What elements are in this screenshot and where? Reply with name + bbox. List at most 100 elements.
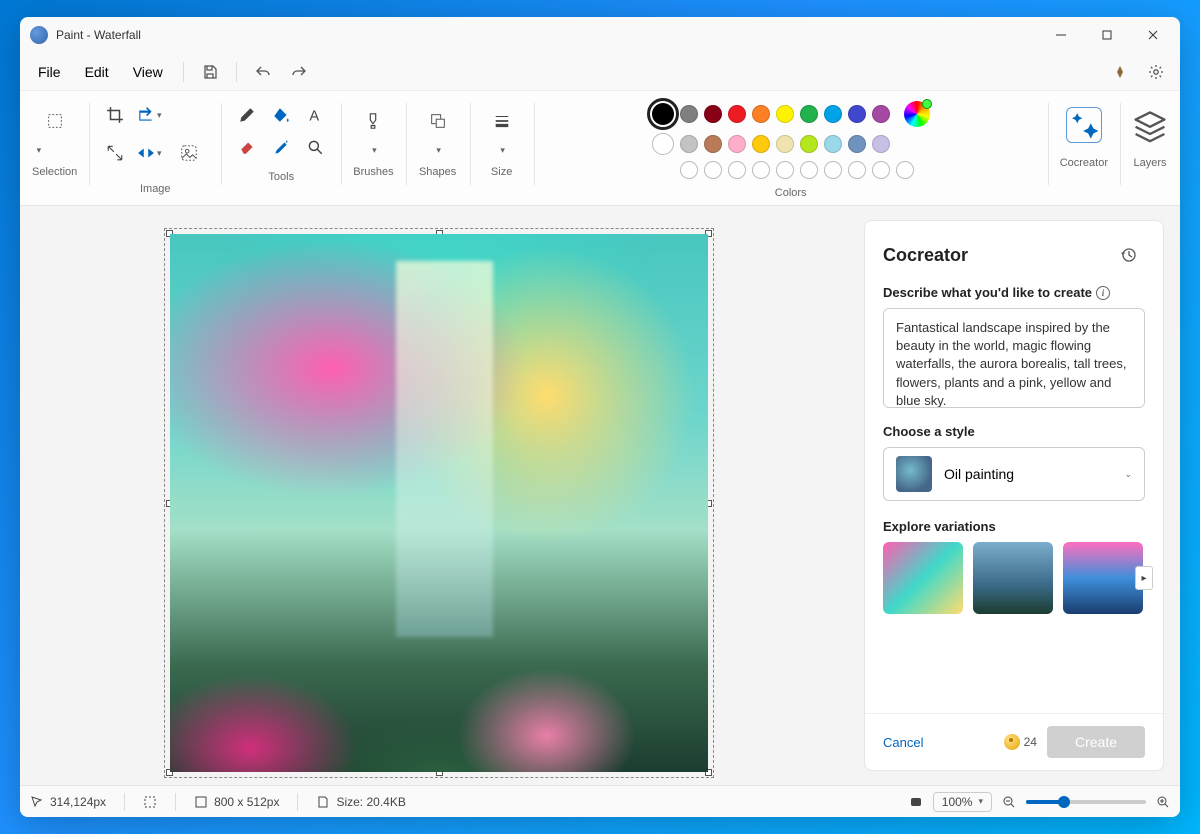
group-image: ▾ ▾ Image xyxy=(89,97,221,205)
color-swatch[interactable] xyxy=(848,135,866,153)
select-tool[interactable] xyxy=(35,101,75,141)
color-swatch-secondary[interactable] xyxy=(652,133,674,155)
close-button[interactable] xyxy=(1130,19,1176,51)
cancel-button[interactable]: Cancel xyxy=(883,735,923,750)
color-swatch[interactable] xyxy=(800,105,818,123)
rotate-tool[interactable]: ▾ xyxy=(135,101,163,129)
color-swatch[interactable] xyxy=(872,135,890,153)
menu-file[interactable]: File xyxy=(28,60,71,84)
palette-row-1 xyxy=(652,101,930,127)
group-label-colors: Colors xyxy=(775,183,807,205)
group-brushes: ▾ Brushes xyxy=(341,97,405,205)
color-swatch[interactable] xyxy=(752,105,770,123)
info-icon[interactable]: i xyxy=(1096,286,1110,300)
fit-button[interactable] xyxy=(909,795,923,809)
maximize-button[interactable] xyxy=(1084,19,1130,51)
custom-color-slot[interactable] xyxy=(896,161,914,179)
undo-button[interactable] xyxy=(247,56,279,88)
group-label-selection: Selection xyxy=(32,162,77,184)
canvas-dimensions: 800 x 512px xyxy=(194,795,279,809)
statusbar: 314,124px 800 x 512px Size: 20.4KB 100%▾ xyxy=(20,785,1180,817)
chevron-down-icon[interactable]: ▾ xyxy=(372,145,377,156)
account-icon[interactable] xyxy=(1104,56,1136,88)
custom-color-slot[interactable] xyxy=(824,161,842,179)
eraser-tool[interactable] xyxy=(233,133,261,161)
custom-color-slot[interactable] xyxy=(752,161,770,179)
color-swatch[interactable] xyxy=(776,135,794,153)
magnifier-tool[interactable] xyxy=(301,133,329,161)
describe-label: Describe what you'd like to create i xyxy=(883,285,1145,300)
cursor-position: 314,124px xyxy=(30,795,106,809)
canvas[interactable] xyxy=(170,234,708,772)
menu-edit[interactable]: Edit xyxy=(75,60,119,84)
save-button[interactable] xyxy=(194,56,226,88)
cocreator-panel: Cocreator Describe what you'd like to cr… xyxy=(864,220,1164,771)
zoom-slider[interactable] xyxy=(1026,800,1146,804)
color-swatch[interactable] xyxy=(824,105,842,123)
minimize-button[interactable] xyxy=(1038,19,1084,51)
flip-tool[interactable]: ▾ xyxy=(135,139,163,167)
remove-background-tool[interactable] xyxy=(169,133,209,173)
credits-display: 24 xyxy=(1004,734,1037,750)
layers-button[interactable] xyxy=(1132,107,1168,143)
color-swatch[interactable] xyxy=(728,135,746,153)
color-swatch[interactable] xyxy=(728,105,746,123)
chevron-down-icon[interactable]: ▾ xyxy=(500,145,505,156)
edit-colors-button[interactable] xyxy=(904,101,930,127)
variation-thumb[interactable] xyxy=(883,542,963,614)
shapes-tool[interactable] xyxy=(418,101,458,141)
zoom-out-button[interactable] xyxy=(1002,795,1016,809)
variation-thumb[interactable] xyxy=(1063,542,1143,614)
ribbon: ▾ Selection ▾ ▾ Image xyxy=(20,91,1180,206)
color-swatch[interactable] xyxy=(752,135,770,153)
chevron-down-icon[interactable]: ▾ xyxy=(436,145,441,156)
settings-button[interactable] xyxy=(1140,56,1172,88)
custom-color-slot[interactable] xyxy=(848,161,866,179)
paint-window: Paint - Waterfall File Edit View ▾ Selec… xyxy=(20,17,1180,817)
redo-button[interactable] xyxy=(283,56,315,88)
color-swatch[interactable] xyxy=(680,105,698,123)
custom-color-slot[interactable] xyxy=(680,161,698,179)
menu-view[interactable]: View xyxy=(123,60,173,84)
crop-tool[interactable] xyxy=(101,101,129,129)
stroke-size-tool[interactable] xyxy=(482,101,522,141)
color-swatch[interactable] xyxy=(704,105,722,123)
fill-tool[interactable] xyxy=(267,101,295,129)
separator xyxy=(236,62,237,82)
canvas-area[interactable] xyxy=(20,206,864,785)
zoom-value[interactable]: 100%▾ xyxy=(933,792,992,812)
prompt-input[interactable] xyxy=(883,308,1145,408)
chevron-down-icon: ⌄ xyxy=(1124,469,1132,480)
color-swatch[interactable] xyxy=(704,135,722,153)
zoom-in-button[interactable] xyxy=(1156,795,1170,809)
custom-color-slot[interactable] xyxy=(800,161,818,179)
color-swatch[interactable] xyxy=(680,135,698,153)
custom-color-slot[interactable] xyxy=(776,161,794,179)
resize-tool[interactable] xyxy=(101,139,129,167)
credits-value: 24 xyxy=(1024,735,1037,749)
color-swatch[interactable] xyxy=(824,135,842,153)
text-tool[interactable]: A xyxy=(301,101,329,129)
custom-color-slot[interactable] xyxy=(872,161,890,179)
color-swatch[interactable] xyxy=(848,105,866,123)
color-swatch[interactable] xyxy=(776,105,794,123)
cocreator-button[interactable] xyxy=(1066,107,1102,143)
color-swatch[interactable] xyxy=(800,135,818,153)
create-button[interactable]: Create xyxy=(1047,726,1145,758)
next-variations-button[interactable]: ▸ xyxy=(1135,566,1153,590)
style-select[interactable]: Oil painting ⌄ xyxy=(883,447,1145,501)
chevron-down-icon[interactable]: ▾ xyxy=(37,145,75,156)
style-value: Oil painting xyxy=(944,466,1110,482)
pencil-tool[interactable] xyxy=(233,101,261,129)
titlebar: Paint - Waterfall xyxy=(20,17,1180,53)
color-picker-tool[interactable] xyxy=(267,133,295,161)
variation-thumb[interactable] xyxy=(973,542,1053,614)
custom-color-slot[interactable] xyxy=(728,161,746,179)
history-button[interactable] xyxy=(1113,239,1145,271)
brush-tool[interactable] xyxy=(353,101,393,141)
variations-row: ▸ xyxy=(883,542,1145,614)
custom-color-slot[interactable] xyxy=(704,161,722,179)
color-swatch[interactable] xyxy=(872,105,890,123)
separator xyxy=(183,62,184,82)
color-swatch-selected[interactable] xyxy=(652,103,674,125)
